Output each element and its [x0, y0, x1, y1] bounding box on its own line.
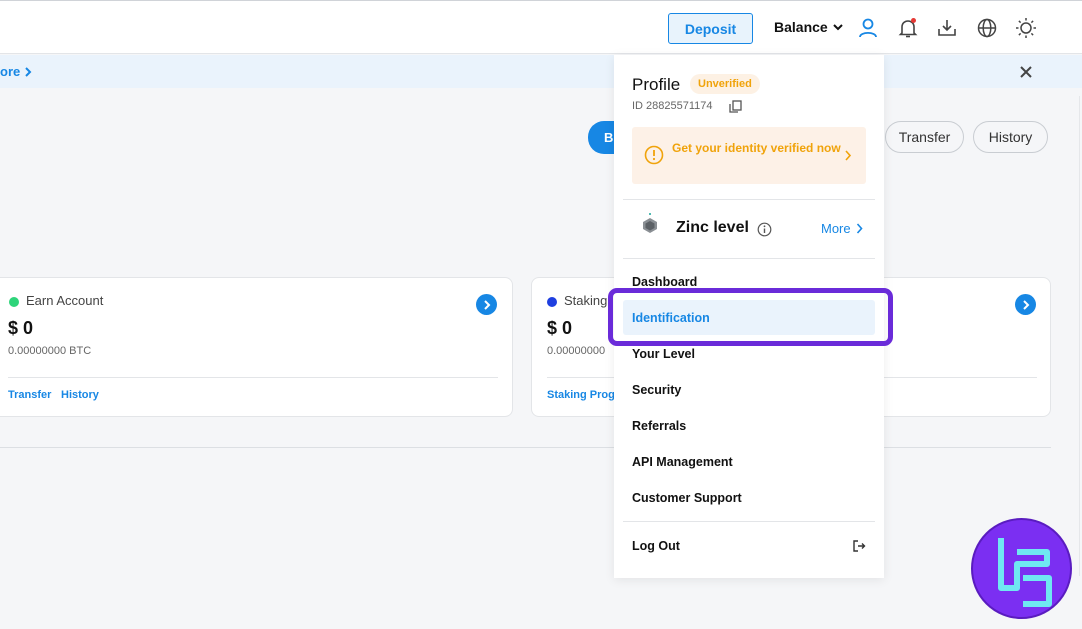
status-badge: Unverified: [690, 74, 760, 94]
balance-label: Balance: [774, 19, 828, 35]
notice-more-link[interactable]: ore: [0, 64, 32, 79]
card-title: Earn Account: [26, 293, 104, 308]
sun-icon[interactable]: [1014, 16, 1038, 40]
download-icon[interactable]: [935, 16, 959, 40]
close-icon[interactable]: [1017, 63, 1035, 81]
logout-button[interactable]: Log Out: [632, 539, 680, 553]
chevron-down-icon: [832, 24, 843, 31]
user-icon[interactable]: [856, 16, 880, 40]
chevron-right-icon: [1022, 299, 1029, 310]
card-divider: [8, 377, 498, 378]
card-title: Staking: [564, 293, 608, 308]
level-more-link[interactable]: More: [821, 221, 863, 236]
deposit-button[interactable]: Deposit: [668, 13, 753, 44]
card-staking-link[interactable]: Staking Progr: [547, 389, 619, 401]
brand-logo: [971, 518, 1072, 619]
chevron-right-icon: [845, 150, 852, 161]
verify-identity-banner[interactable]: Get your identity verified now: [632, 127, 866, 184]
menu-item-security[interactable]: Security: [632, 383, 681, 397]
info-icon[interactable]: [757, 222, 772, 237]
logo-mark-icon: [998, 538, 1052, 607]
content-border: [1079, 96, 1080, 576]
card-btc-value: 0.00000000 BTC: [8, 345, 92, 357]
earn-account-card: Earn Account $ 0 0.00000000 BTC Transfer…: [0, 277, 513, 417]
card-amount: $ 0: [547, 318, 573, 338]
copy-icon[interactable]: [729, 100, 742, 113]
notice-banner: ore: [0, 55, 1082, 88]
section-divider: [0, 447, 1051, 448]
top-bar: Deposit Balance: [0, 0, 1082, 54]
dropdown-divider: [623, 258, 875, 259]
logout-icon[interactable]: [852, 539, 866, 553]
profile-title: Profile: [632, 75, 681, 94]
card-transfer-link[interactable]: Transfer: [8, 389, 51, 401]
status-dot: [547, 297, 557, 307]
notice-more-label: ore: [0, 64, 21, 79]
menu-item-api-management[interactable]: API Management: [632, 455, 733, 469]
chevron-right-icon: [856, 223, 863, 234]
level-name: Zinc level: [676, 219, 749, 236]
card-history-link[interactable]: History: [61, 389, 99, 401]
menu-item-referrals[interactable]: Referrals: [632, 419, 686, 433]
menu-item-your-level[interactable]: Your Level: [632, 347, 695, 361]
menu-item-identification[interactable]: Identification: [632, 311, 710, 325]
transfer-button[interactable]: Transfer: [885, 121, 964, 153]
verify-prompt: Get your identity verified now: [672, 141, 841, 155]
bell-icon[interactable]: [896, 16, 920, 40]
user-id: ID 28825571174: [632, 100, 713, 112]
chevron-right-icon: [483, 299, 490, 310]
level-more-label: More: [821, 221, 851, 236]
menu-item-customer-support[interactable]: Customer Support: [632, 491, 742, 505]
profile-dropdown: Profile Unverified ID 28825571174 Get yo…: [614, 55, 884, 578]
card-btc-value: 0.00000000: [547, 345, 606, 357]
history-button[interactable]: History: [973, 121, 1048, 153]
warning-icon: [644, 145, 664, 165]
balance-menu[interactable]: Balance: [774, 19, 843, 35]
globe-icon[interactable]: [975, 16, 999, 40]
dropdown-divider: [623, 199, 875, 200]
card-amount: $ 0: [8, 318, 34, 338]
dropdown-divider: [623, 521, 875, 522]
zinc-badge-icon: [643, 213, 657, 233]
menu-item-dashboard[interactable]: Dashboard: [632, 275, 697, 289]
status-dot: [9, 297, 19, 307]
card-open-button[interactable]: [476, 294, 497, 315]
chevron-right-icon: [25, 66, 32, 77]
card-open-button[interactable]: [1015, 294, 1036, 315]
